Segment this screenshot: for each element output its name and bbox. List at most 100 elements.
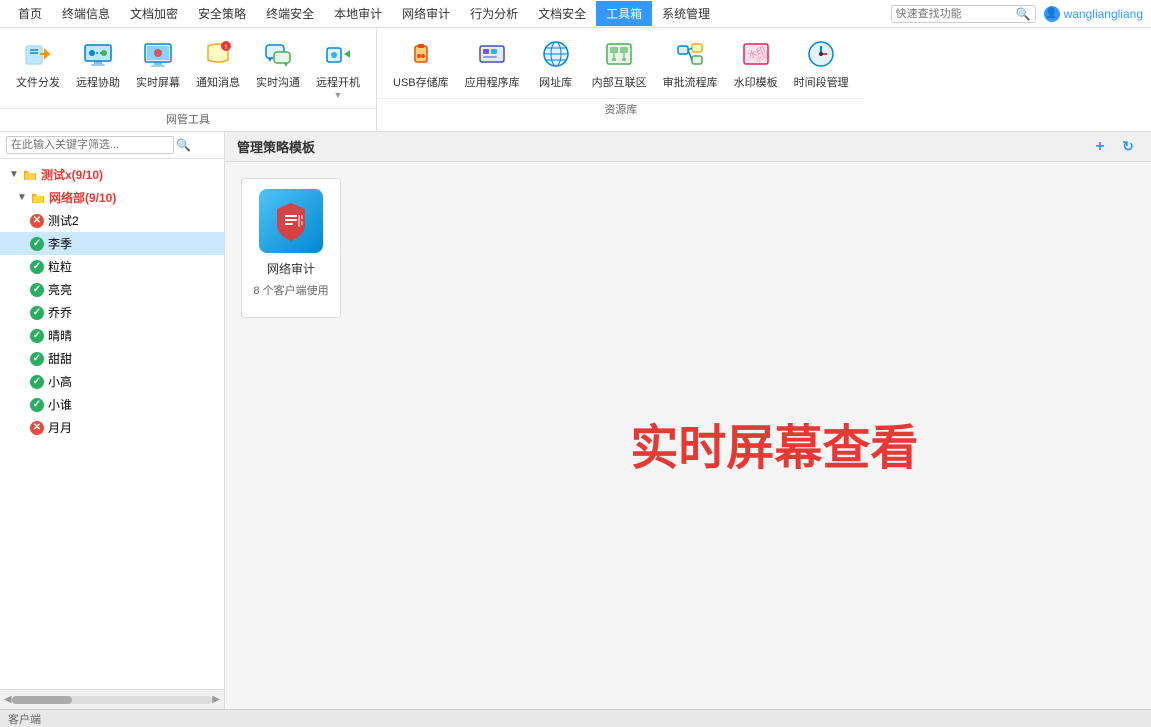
- tree-node-label: 晴晴: [48, 327, 72, 344]
- tree-node-qiaoqiao[interactable]: ✓ 乔乔: [0, 301, 224, 324]
- intranet-zone-icon: [601, 36, 637, 72]
- add-policy-button[interactable]: +: [1089, 136, 1111, 158]
- remote-boot-label: 远程开机: [316, 74, 360, 90]
- menu-item-system[interactable]: 系统管理: [652, 1, 720, 26]
- tree-node-root[interactable]: ▼ 测试x(9/10): [0, 163, 224, 186]
- status-dot: ✓: [30, 237, 44, 251]
- remote-boot-arrow: ▼: [334, 90, 343, 100]
- menu-item-toolbox[interactable]: 工具箱: [596, 1, 652, 26]
- tree-node-tiantian[interactable]: ✓甜甜: [0, 347, 224, 370]
- tool-time-period[interactable]: 时间段管理: [786, 32, 857, 94]
- remote-help-icon: [80, 36, 116, 72]
- policy-card-net-audit[interactable]: 网络审计 8 个客户端使用: [241, 178, 341, 318]
- big-text-overlay: 实时屏幕查看: [630, 408, 918, 478]
- search-input[interactable]: [896, 8, 1016, 20]
- sidebar-search-button[interactable]: 🔍: [176, 138, 191, 152]
- app-repo-label: 应用程序库: [465, 74, 520, 90]
- tree-node-label: 月月: [48, 419, 72, 436]
- folder-icon: [30, 190, 46, 206]
- tool-app-repo[interactable]: 应用程序库: [457, 32, 528, 94]
- tree-area: ▼ 测试x(9/10)▼ 网络部(9/10)✕测试2✓李季✓粒粒✓亮亮✓乔乔✓晴…: [0, 159, 224, 689]
- file-dist-label: 文件分发: [16, 74, 60, 90]
- tree-node-label: 亮亮: [48, 281, 72, 298]
- scroll-track[interactable]: [12, 696, 213, 704]
- tool-realtime-screen[interactable]: 实时屏幕: [128, 32, 188, 104]
- sidebar-search-input[interactable]: [6, 136, 174, 154]
- remote-boot-icon: [320, 36, 356, 72]
- tree-node-label: 小谁: [48, 396, 72, 413]
- tree-node-xiaogao[interactable]: ✓小高: [0, 370, 224, 393]
- main-area: 🔍 ▼ 测试x(9/10)▼ 网络部(9/10)✕测试2✓李季✓粒粒✓亮亮✓乔乔…: [0, 132, 1151, 709]
- toolbar-items-nettools: 文件分发 远程协助: [0, 28, 376, 108]
- menu-item-local-audit[interactable]: 本地审计: [324, 1, 392, 26]
- tree-toggle[interactable]: ▼: [16, 192, 28, 204]
- user-avatar-icon: 👤: [1044, 6, 1060, 22]
- tree-node-label: 测试2: [48, 212, 79, 229]
- approval-flow-label: 审批流程库: [663, 74, 718, 90]
- status-dot: ✓: [30, 306, 44, 320]
- watermark-label: 水印模板: [734, 74, 778, 90]
- tool-approval-flow[interactable]: 审批流程库: [655, 32, 726, 94]
- tree-node-net-dept[interactable]: ▼ 网络部(9/10): [0, 186, 224, 209]
- tool-notify-msg[interactable]: ! 通知消息: [188, 32, 248, 104]
- website-repo-icon: [538, 36, 574, 72]
- tool-remote-help[interactable]: 远程协助: [68, 32, 128, 104]
- footer-text: 客户端: [8, 711, 41, 727]
- time-period-label: 时间段管理: [794, 74, 849, 90]
- tool-realtime-chat[interactable]: 实时沟通: [248, 32, 308, 104]
- tree-node-xiaosheng[interactable]: ✓小谁: [0, 393, 224, 416]
- menu-item-terminal-info[interactable]: 终端信息: [52, 1, 120, 26]
- content-header-actions: + ↻: [1089, 136, 1139, 158]
- realtime-screen-icon: [140, 36, 176, 72]
- menu-item-doc-encrypt[interactable]: 文档加密: [120, 1, 188, 26]
- tree-node-liuli[interactable]: ✓粒粒: [0, 255, 224, 278]
- scroll-left-btn[interactable]: ◀: [4, 694, 12, 705]
- tree-node-liji[interactable]: ✓李季: [0, 232, 224, 255]
- time-period-icon: [803, 36, 839, 72]
- menu-item-behavior[interactable]: 行为分析: [460, 1, 528, 26]
- tree-node-liangliang[interactable]: ✓ 亮亮: [0, 278, 224, 301]
- menu-item-terminal-security[interactable]: 终端安全: [256, 1, 324, 26]
- toolbar: 文件分发 远程协助: [0, 28, 1151, 132]
- menu-item-security-policy[interactable]: 安全策略: [188, 1, 256, 26]
- policy-card-info: 8 个客户端使用: [253, 282, 328, 298]
- menu-item-network-audit[interactable]: 网络审计: [392, 1, 460, 26]
- tool-file-dist[interactable]: 文件分发: [8, 32, 68, 104]
- approval-flow-icon: [672, 36, 708, 72]
- username: wangliangliang: [1064, 7, 1143, 21]
- tool-website-repo[interactable]: 网址库: [528, 32, 584, 94]
- notify-msg-icon: !: [200, 36, 236, 72]
- toolbar-section-nettools: 文件分发 远程协助: [0, 28, 377, 131]
- tree-node-label: 甜甜: [48, 350, 72, 367]
- tree-node-test2[interactable]: ✕测试2: [0, 209, 224, 232]
- tree-node-yueyue[interactable]: ✕ 月月: [0, 416, 224, 439]
- tool-intranet-zone[interactable]: 内部互联区: [584, 32, 655, 94]
- remote-help-label: 远程协助: [76, 74, 120, 90]
- status-dot: ✓: [30, 260, 44, 274]
- menu-item-home[interactable]: 首页: [8, 1, 52, 26]
- scroll-thumb: [12, 696, 72, 704]
- file-dist-icon: [20, 36, 56, 72]
- footer-label: 客户端: [0, 709, 1151, 727]
- policy-card-name: 网络审计: [267, 261, 315, 278]
- sidebar-search: 🔍: [0, 132, 224, 159]
- realtime-chat-label: 实时沟通: [256, 74, 300, 90]
- tool-watermark[interactable]: 水印 水印 水印模板: [726, 32, 786, 94]
- website-repo-label: 网址库: [539, 74, 572, 90]
- tree-node-label: 乔乔: [48, 304, 72, 321]
- search-icon: 🔍: [1016, 7, 1031, 21]
- notify-msg-label: 通知消息: [196, 74, 240, 90]
- user-info[interactable]: 👤 wangliangliang: [1044, 6, 1143, 22]
- tree-toggle[interactable]: ▼: [8, 169, 20, 181]
- tool-remote-boot[interactable]: 远程开机 ▼: [308, 32, 368, 104]
- scroll-right-btn[interactable]: ▶: [212, 694, 220, 705]
- menu-item-doc-security[interactable]: 文档安全: [528, 1, 596, 26]
- status-dot: ✓: [30, 283, 44, 297]
- top-menubar: 首页 终端信息 文档加密 安全策略 终端安全 本地审计 网络审计 行为分析 文档…: [0, 0, 1151, 28]
- svg-text:!: !: [225, 45, 227, 51]
- tool-usb-storage[interactable]: USB存储库: [385, 32, 457, 94]
- tree-node-jingbing[interactable]: ✓晴晴: [0, 324, 224, 347]
- status-dot: ✕: [30, 421, 44, 435]
- toolbar-section-nettools-label: 网管工具: [0, 108, 376, 131]
- refresh-button[interactable]: ↻: [1117, 136, 1139, 158]
